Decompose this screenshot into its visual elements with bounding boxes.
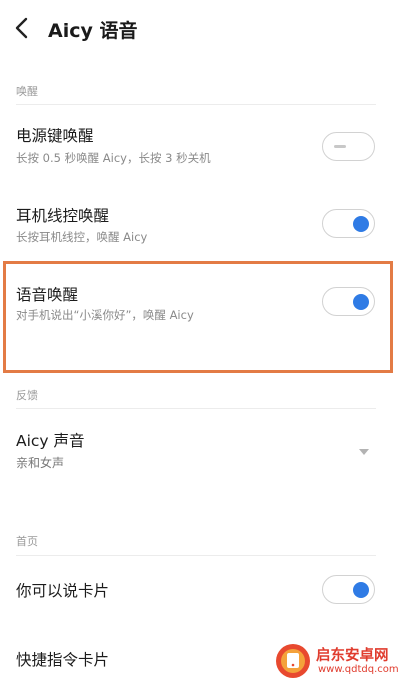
you-can-say-toggle[interactable] [322,575,375,604]
chevron-left-icon [15,17,28,39]
settings-page: Aicy 语音 唤醒 电源键唤醒 长按 0.5 秒唤醒 Aicy，长按 3 秒关… [0,0,403,685]
watermark-logo-icon [276,644,310,678]
watermark-url: www.qdtdq.com [318,664,399,675]
divider [16,104,376,105]
toggle-knob [353,581,369,598]
divider [16,555,376,556]
row-title-aicy-voice[interactable]: Aicy 声音 [16,429,85,451]
row-title-voice-wake: 语音唤醒 [16,286,79,304]
section-label-wake: 唤醒 [16,85,38,98]
divider [16,408,376,409]
row-subtitle-power-key: 长按 0.5 秒唤醒 Aicy，长按 3 秒关机 [16,151,211,165]
earphone-toggle[interactable] [322,209,375,238]
toggle-off-indicator [334,145,346,148]
row-subtitle-voice-wake: 对手机说出“小溪你好”，唤醒 Aicy [16,308,194,322]
dropdown-arrow-icon[interactable] [356,443,372,455]
toggle-knob [353,293,369,310]
section-label-home: 首页 [16,535,38,548]
page-title: Aicy 语音 [48,20,138,42]
row-title-you-can-say-card: 你可以说卡片 [16,582,110,600]
header: Aicy 语音 [0,0,403,58]
row-title-shortcut-card: 快捷指令卡片 [16,651,110,669]
toggle-knob [353,215,369,232]
row-subtitle-earphone: 长按耳机线控，唤醒 Aicy [16,230,148,244]
section-label-feedback: 反馈 [16,389,38,402]
voice-wake-toggle[interactable] [322,287,375,316]
watermark: 启东安卓网 www.qdtdq.com [270,640,403,685]
aicy-voice-value[interactable]: 亲和女声 [16,454,64,471]
power-key-toggle[interactable] [322,132,375,161]
back-button[interactable] [8,13,38,43]
watermark-name: 启东安卓网 [316,648,389,664]
row-title-earphone: 耳机线控唤醒 [16,207,110,225]
row-title-power-key: 电源键唤醒 [16,127,94,145]
